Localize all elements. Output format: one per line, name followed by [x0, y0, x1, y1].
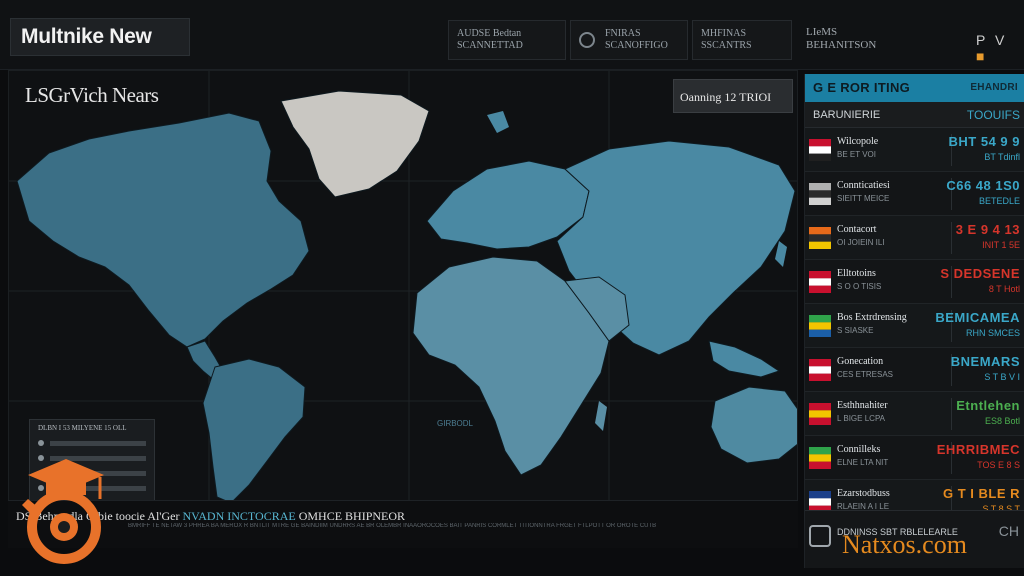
list-item-value: 3 E 9 4 13 [955, 222, 1020, 237]
list-item[interactable]: Connticatiesi SIEITT MEICE C66 48 1S0 BETED… [805, 172, 1024, 216]
list-item-value: BEMICAMEA [935, 310, 1020, 325]
list-item-meta: L BIGE LCPA [837, 414, 886, 423]
list-item-name: Bos Extrdrensing [837, 312, 907, 323]
footer-app-icon[interactable] [809, 525, 831, 547]
top-right-label: LIeMS BEHANITSON [806, 26, 877, 51]
row-divider [951, 398, 952, 430]
watermark: Natxos.com [842, 530, 967, 559]
legend-bar [50, 440, 146, 446]
country-flag-icon [809, 183, 831, 205]
map-title: LSGrVich Nears [25, 83, 159, 107]
country-flag-icon [809, 227, 831, 249]
list-item-meta: S O O TISIS [837, 282, 882, 291]
country-flag-icon [809, 447, 831, 469]
footer-right-label: CH [998, 523, 1019, 539]
list-item-meta: ELNE LTA NIT [837, 458, 889, 467]
region-madagascar[interactable] [595, 401, 607, 431]
list-subheader: BARUNIERIE TOOUIFS [805, 102, 1024, 128]
tab-label: AUDSE Bedtan SCANNETTAD [457, 28, 523, 51]
list-item[interactable]: Connilleks ELNE LTA NIT EHRRIBMEC TOS E 8 S [805, 436, 1024, 480]
list-item-name: Connilleks [837, 444, 881, 455]
top-bar: Multnike New AUDSE Bedtan SCANNETTAD FNI… [0, 0, 1024, 70]
list-item-value: EHRRIBMEC [936, 442, 1020, 457]
country-flag-icon [809, 315, 831, 337]
list-header-title: G E ROR ITING [813, 80, 911, 95]
list-item[interactable]: Contacort OI JOIEIN ILI 3 E 9 4 13 INIT 1 5… [805, 216, 1024, 260]
list-item-meta: CES ETRESAS [837, 370, 894, 379]
list-item-name: Wilcopole [837, 136, 879, 147]
list-item-meta: BE ET VOI [837, 150, 876, 159]
tab-label: FNIRAS SCANOFFIGO [605, 28, 668, 51]
country-flag-icon [809, 139, 831, 161]
ticker-subtext: BMRIFF TE NETAW 3 PHREA BA MEROX R BNTLI… [128, 523, 657, 529]
list-item-value: C66 48 1S0 [946, 178, 1020, 193]
list-item-value: S DEDSENE [940, 266, 1020, 281]
continent-australia[interactable] [710, 386, 798, 464]
list-item[interactable]: Wilcopole BE ET VOI BHT 54 9 9 BT Tdinfl [805, 128, 1024, 172]
country-list-panel: G E ROR ITING EHANDRI BARUNIERIE TOOUIFS… [804, 74, 1024, 568]
list-item-value: Etntlehen [956, 398, 1020, 413]
list-item-subvalue: INIT 1 5E [982, 240, 1020, 250]
list-item-subvalue: BETEDLE [978, 196, 1020, 206]
region-uk[interactable] [487, 111, 509, 133]
list-item-name: Ezarstodbuss [837, 488, 890, 499]
country-flag-icon [809, 359, 831, 381]
list-item-meta: SIEITT MEICE [837, 194, 890, 203]
world-map-panel: LSGrVich Nears Oanning 12 TRIOI GIRBODL … [8, 70, 798, 510]
country-flag-icon [809, 271, 831, 293]
region-japan[interactable] [775, 241, 787, 267]
list-item-subvalue: 8 T Hotl [988, 284, 1020, 294]
pv-indicator[interactable]: P V ■ [976, 32, 1024, 64]
list-item-subvalue: TOS E 8 S [977, 460, 1020, 470]
list-item-name: Gonecation [837, 356, 884, 367]
region-southeast-asia[interactable] [708, 340, 781, 378]
scan-icon [579, 32, 595, 48]
list-item-subvalue: BT Tdinfl [984, 152, 1020, 162]
tab-scanoffigo[interactable]: FNIRAS SCANOFFIGO [570, 20, 688, 60]
list-item-value: BHT 54 9 9 [948, 134, 1020, 149]
pv-label: P V [976, 32, 1008, 48]
row-divider [951, 222, 952, 254]
list-header: G E ROR ITING EHANDRI [805, 74, 1024, 102]
mini-legend-row [38, 439, 146, 447]
list-item[interactable]: Gonecation CES ETRESAS BNEMARS S T B V I [805, 348, 1024, 392]
list-item-value: BNEMARS [950, 354, 1020, 369]
country-rows: Wilcopole BE ET VOI BHT 54 9 9 BT Tdinfl Con… [805, 128, 1024, 524]
list-item[interactable]: Esthhnahiter L BIGE LCPA Etntlehen ES8 Botl [805, 392, 1024, 436]
news-ticker: DS Behmadla Olbie toocie Al'Ger NVADN IN… [8, 500, 798, 548]
list-subheader-right: TOOUIFS [966, 108, 1020, 122]
tab-label: MHFINAS SSCANTRS [701, 28, 752, 51]
list-item-value: G T I BLE R [943, 486, 1020, 501]
list-item[interactable]: Elltotoins S O O TISIS S DEDSENE 8 T Hotl [805, 260, 1024, 304]
list-item-subvalue: RHN SMCES [965, 328, 1020, 338]
list-item-meta: S SIASKE [837, 326, 874, 335]
list-item-name: Elltotoins [837, 268, 876, 279]
list-item-meta: OI JOIEIN ILI [837, 238, 885, 247]
legend-dot-icon [38, 440, 44, 446]
list-item-name: Connticatiesi [837, 180, 890, 191]
list-item-name: Contacort [837, 224, 877, 235]
continent-north-america[interactable] [16, 112, 310, 348]
tab-sscantrs[interactable]: MHFINAS SSCANTRS [692, 20, 792, 60]
map-status-badge[interactable]: Oanning 12 TRIOI [673, 79, 793, 113]
ticker-headline-highlight: NVADN INCTOCRAE [182, 509, 296, 523]
map-center-label: GIRBODL [437, 419, 474, 428]
list-header-right: EHANDRI [970, 82, 1018, 93]
graduation-cap-logo-icon [22, 459, 104, 564]
list-item-name: Esthhnahiter [837, 400, 888, 411]
list-item-subvalue: ES8 Botl [984, 416, 1020, 426]
ticker-headline-post: OMHCE BHIPNEOR [298, 509, 406, 523]
mini-legend-header: DLBN I 53 MILYENE 15 OLL [38, 424, 127, 432]
continent-south-america[interactable] [202, 358, 306, 504]
pv-accent-icon: ■ [976, 48, 988, 64]
app-title: Multnike New [10, 18, 190, 56]
list-item-subvalue: S T B V I [984, 372, 1020, 382]
list-subheader-label: BARUNIERIE [813, 109, 881, 121]
country-flag-icon [809, 403, 831, 425]
list-item[interactable]: Bos Extrdrensing S SIASKE BEMICAMEA RHN SMC… [805, 304, 1024, 348]
tab-scannettad[interactable]: AUDSE Bedtan SCANNETTAD [448, 20, 566, 60]
